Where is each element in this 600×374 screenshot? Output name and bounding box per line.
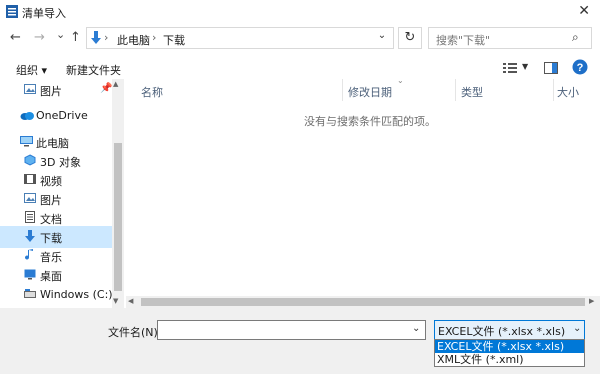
sidebar-item-label: 音乐 (40, 251, 62, 264)
download-icon (25, 230, 35, 242)
3d-objects-icon (24, 154, 36, 166)
sidebar-item-label: 图片 (40, 194, 62, 207)
search-placeholder: 搜索"下载" (436, 34, 491, 47)
window-title: 清单导入 (22, 7, 66, 20)
column-header-size[interactable]: 大小 (557, 84, 579, 100)
column-separator (455, 79, 456, 101)
column-separator (342, 79, 343, 101)
back-button[interactable]: ← (10, 30, 21, 45)
organize-button[interactable]: 组织 ▾ (16, 62, 47, 78)
sidebar-item-label: 文档 (40, 213, 62, 226)
view-options-dropdown-icon[interactable]: ▼ (522, 62, 528, 71)
refresh-button[interactable]: ↻ (398, 27, 422, 49)
chevron-down-icon[interactable]: ⌄ (372, 30, 392, 48)
this-pc-icon (20, 136, 33, 147)
help-icon[interactable]: ? (572, 59, 588, 75)
view-options-icon[interactable] (503, 62, 517, 74)
scroll-up-icon[interactable]: ▲ (113, 80, 118, 88)
sidebar-item-label: 图片 (40, 85, 62, 98)
sidebar-item-label: 3D 对象 (40, 156, 81, 169)
music-icon (25, 249, 33, 260)
sidebar-item-windows-c[interactable]: Windows (C:) (0, 284, 113, 306)
scroll-right-icon[interactable]: ▶ (589, 297, 594, 305)
desktop-icon (24, 269, 36, 280)
breadcrumb-this-pc[interactable]: 此电脑 (117, 32, 150, 48)
picture-icon (24, 193, 36, 203)
title-bar: 清单导入 ✕ (0, 0, 600, 24)
sidebar-item-label: 桌面 (40, 270, 62, 283)
document-icon (25, 211, 35, 223)
preview-pane-icon[interactable] (544, 62, 558, 74)
sidebar-item-label: 此电脑 (36, 137, 69, 150)
pin-icon[interactable]: 📌 (100, 83, 112, 94)
sidebar-scroll-thumb[interactable] (114, 143, 122, 291)
breadcrumb-separator-icon: › (152, 31, 157, 44)
sidebar-item-label: 下载 (40, 232, 62, 245)
app-icon (6, 5, 18, 18)
filename-label: 文件名(N): (108, 326, 162, 339)
sidebar-item-desktop[interactable]: 桌面 (0, 264, 112, 286)
filetype-selected: EXCEL文件 (*.xlsx *.xls) (438, 325, 566, 338)
column-separator (553, 79, 554, 101)
column-header-type[interactable]: 类型 (461, 84, 483, 100)
filename-input[interactable] (157, 320, 426, 340)
chevron-down-icon[interactable]: ⌄ (573, 323, 581, 334)
drive-icon (24, 289, 36, 298)
new-folder-button[interactable]: 新建文件夹 (66, 62, 121, 78)
filetype-option-excel[interactable]: EXCEL文件 (*.xlsx *.xls) (435, 340, 584, 353)
sidebar-item-pictures-pinned[interactable]: 图片 📌 (0, 79, 112, 101)
scroll-left-icon[interactable]: ◀ (128, 297, 133, 305)
sidebar-item-onedrive[interactable]: OneDrive (0, 105, 112, 127)
close-icon[interactable]: ✕ (578, 3, 590, 19)
breadcrumb-downloads[interactable]: 下载 (163, 32, 185, 48)
refresh-icon: ↻ (404, 30, 416, 45)
picture-icon (24, 84, 36, 94)
download-icon (91, 31, 101, 44)
video-icon (24, 174, 36, 184)
filetype-option-xml[interactable]: XML文件 (*.xml) (435, 353, 584, 366)
empty-message: 没有与搜索条件匹配的项。 (304, 115, 436, 128)
column-header-name[interactable]: 名称 (141, 84, 163, 100)
column-header-date-modified[interactable]: 修改日期 (348, 84, 392, 100)
breadcrumb-separator-icon: › (104, 31, 109, 44)
sidebar-item-label: 视频 (40, 175, 62, 188)
sidebar-item-label: OneDrive (36, 109, 88, 122)
up-button[interactable]: ↑ (70, 30, 81, 45)
sort-indicator-icon: ⌄ (397, 76, 404, 85)
sidebar-item-label: Windows (C:) (40, 288, 113, 301)
recent-locations-button[interactable]: ⌄ (56, 28, 65, 41)
svg-text:?: ? (577, 62, 584, 74)
horizontal-scroll-thumb[interactable] (141, 298, 585, 306)
onedrive-cloud-icon (20, 112, 34, 120)
search-icon[interactable]: ⌕ (572, 30, 579, 45)
scroll-down-icon[interactable]: ▼ (113, 297, 118, 305)
forward-button[interactable]: → (34, 30, 45, 45)
chevron-down-icon[interactable]: ⌄ (412, 323, 420, 334)
